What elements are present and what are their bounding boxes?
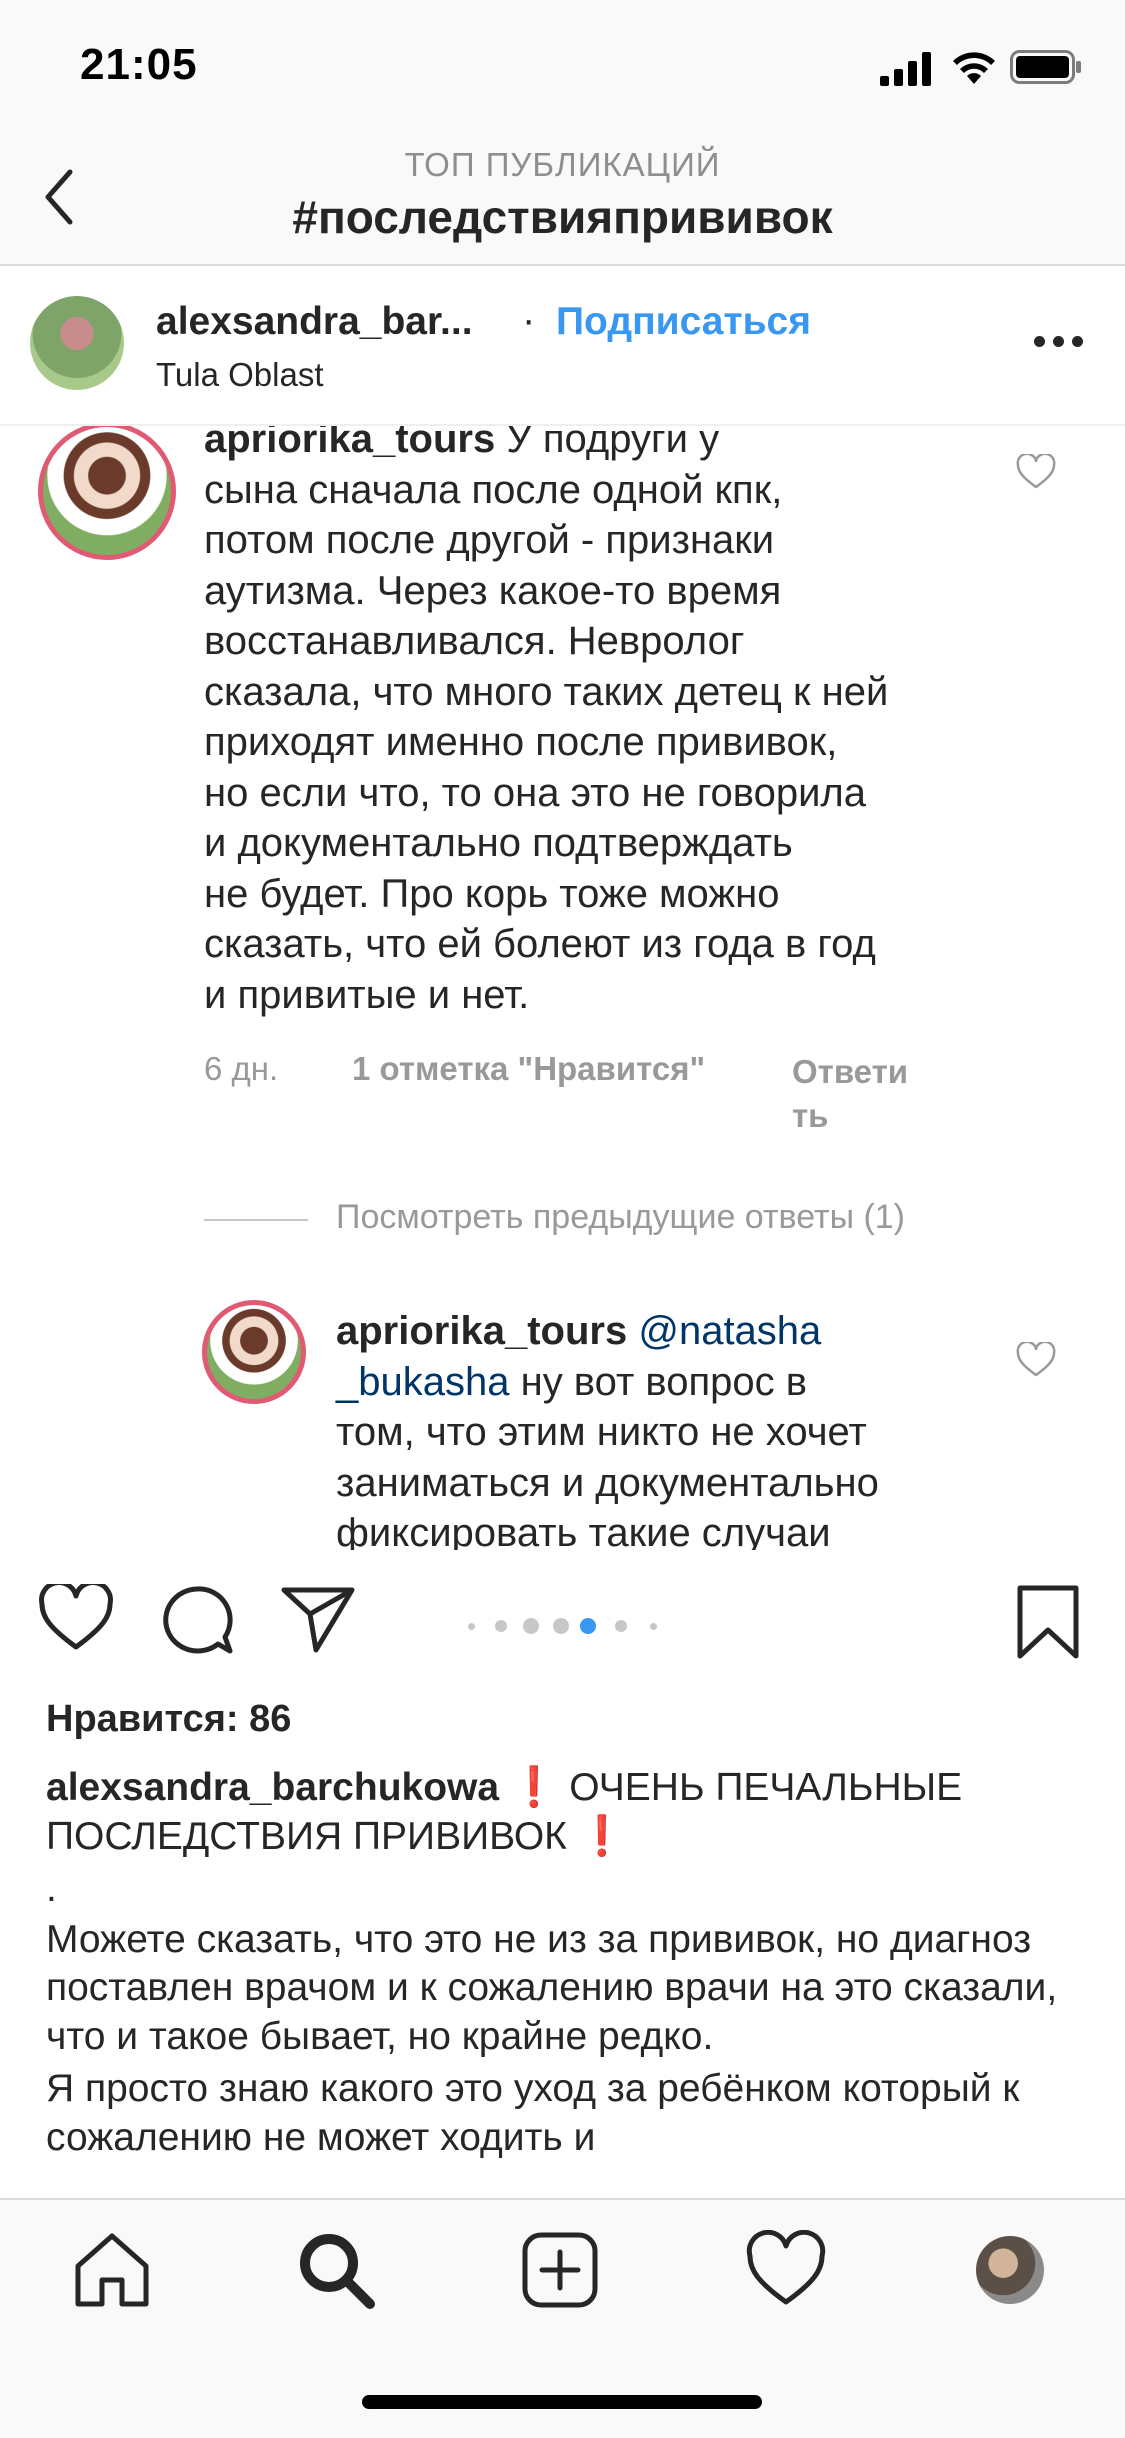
save-bookmark-icon[interactable] <box>1016 1584 1080 1660</box>
reply-avatar <box>202 1300 306 1404</box>
search-icon[interactable] <box>296 2230 376 2310</box>
reply-text: apriorika_tours @natasha _bukasha ну вот… <box>336 1309 879 1550</box>
post-caption: alexsandra_barchukowa ❗ ОЧЕНЬ ПЕЧАЛЬНЫЕ … <box>46 1764 1086 2162</box>
header-subtitle: ТОП ПУБЛИКАЦИЙ <box>404 146 721 183</box>
activity-heart-icon[interactable] <box>746 2230 826 2310</box>
share-direct-icon[interactable] <box>280 1584 356 1654</box>
status-bar: 21:05 <box>0 0 1125 140</box>
likes-count[interactable]: Нравится: 86 <box>46 1698 291 1741</box>
like-heart-icon[interactable] <box>38 1584 114 1652</box>
add-post-icon[interactable] <box>520 2230 600 2310</box>
comment-reply-label: Ответи ть <box>792 1053 909 1134</box>
post-header: alexsandra_bar... · Подписаться Tula Obl… <box>0 266 1125 426</box>
carousel-dot <box>523 1618 539 1634</box>
status-time: 21:05 <box>80 40 198 89</box>
nav-header: ТОП ПУБЛИКАЦИЙ #последствияпрививок <box>0 140 1125 266</box>
home-icon[interactable] <box>72 2230 152 2310</box>
post-image[interactable]: apriorika_tours У подруги у сына сначала… <box>0 426 1125 1550</box>
wifi-icon <box>953 52 995 84</box>
comment-avatar <box>38 426 176 560</box>
home-indicator <box>362 2395 762 2409</box>
view-previous-replies: Посмотреть предыдущие ответы (1) <box>336 1198 906 1236</box>
carousel-dot-active <box>580 1618 596 1634</box>
carousel-dot <box>495 1620 507 1632</box>
exclamation-emoji: ❗ <box>509 1766 559 1809</box>
view-replies-divider <box>204 1219 308 1221</box>
reply-like-heart-icon <box>1016 1342 1056 1377</box>
carousel-dot <box>650 1623 657 1630</box>
post-action-bar <box>0 1550 1125 1690</box>
carousel-dot <box>615 1620 627 1632</box>
caption-username[interactable]: alexsandra_barchukowa <box>46 1766 499 1809</box>
comment-age: 6 дн. <box>204 1050 279 1087</box>
comment-like-heart-icon <box>1016 454 1056 489</box>
caption-paragraph: Я просто знаю какого это уход за ребёнко… <box>46 2067 1020 2159</box>
separator-dot: · <box>522 298 536 342</box>
follow-button[interactable]: Подписаться <box>556 300 811 344</box>
reply-username: apriorika_tours <box>336 1309 628 1353</box>
carousel-dot <box>468 1623 475 1630</box>
cellular-signal-icon <box>880 52 931 86</box>
more-options-icon[interactable] <box>1034 336 1084 350</box>
carousel-dot <box>553 1618 569 1634</box>
exclamation-emoji: ❗ <box>577 1814 627 1858</box>
post-author-avatar[interactable] <box>30 296 124 390</box>
comment-text: apriorika_tours У подруги у сына сначала… <box>204 426 1004 1020</box>
post-author-username[interactable]: alexsandra_bar... <box>156 300 473 344</box>
comment-likes-count: 1 отметка "Нравится" <box>352 1050 706 1087</box>
profile-avatar[interactable] <box>976 2236 1044 2304</box>
comment-bubble-icon[interactable] <box>160 1584 234 1656</box>
battery-icon <box>1010 50 1081 84</box>
caption-paragraph: Можете сказать, что это не из за прививо… <box>46 1917 1058 2058</box>
post-location[interactable]: Tula Oblast <box>156 356 324 394</box>
page-title: #последствияпрививок <box>292 191 833 243</box>
comment-username: apriorika_tours <box>204 426 496 461</box>
